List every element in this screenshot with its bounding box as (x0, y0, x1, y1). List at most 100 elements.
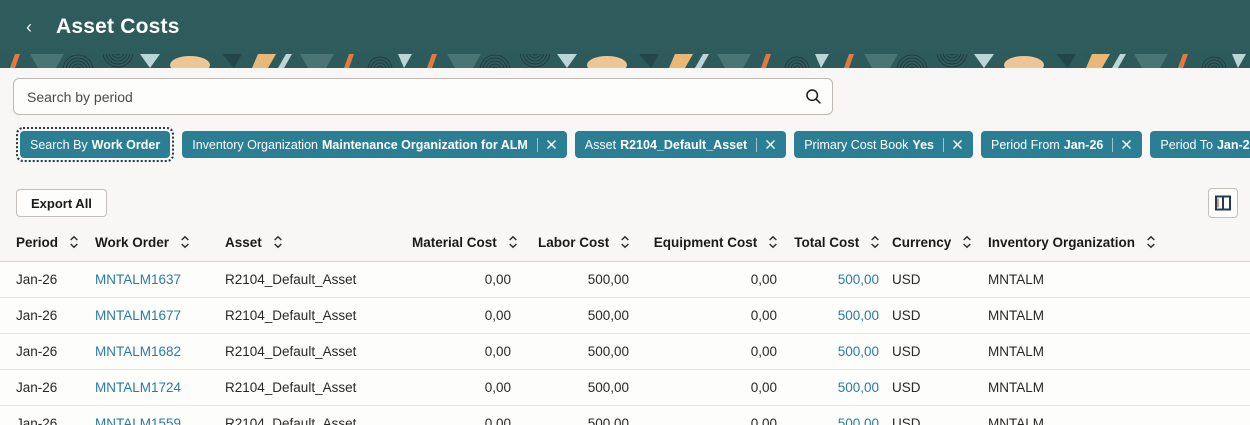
close-icon (1122, 139, 1132, 150)
cell-value: 0,00 (750, 380, 777, 395)
search-row (13, 78, 1234, 115)
cell-value: 0,00 (484, 380, 511, 395)
cell-value: Jan-26 (16, 272, 58, 287)
remove-filter-button[interactable] (546, 139, 557, 150)
search-input[interactable] (14, 88, 832, 105)
cell-value: MNTALM (988, 308, 1044, 323)
remove-filter-button[interactable] (1121, 139, 1132, 150)
cell-value: R2104_Default_Asset (225, 272, 357, 287)
cell-value: MNTALM (988, 416, 1044, 425)
cell-value: 0,00 (484, 272, 511, 287)
search-by-work-order-chip[interactable]: Search By Work Order (20, 131, 171, 158)
work-order-link[interactable]: MNTALM1682 (95, 344, 181, 359)
cell-value: Jan-26 (16, 344, 58, 359)
sort-icon (508, 235, 517, 249)
asset-costs-table: Period Work Order Asset Material Cost La… (0, 226, 1250, 425)
cell-value: 500,00 (587, 272, 629, 287)
total-cost-link[interactable]: 500,00 (838, 308, 879, 323)
work-order-link[interactable]: MNTALM1637 (95, 272, 181, 287)
back-button[interactable]: ‹ (16, 14, 42, 40)
total-cost-link[interactable]: 500,00 (838, 416, 879, 425)
cell-value: USD (892, 272, 921, 287)
chevron-left-icon: ‹ (26, 17, 32, 37)
cell-value: 500,00 (587, 344, 629, 359)
cell-value: MNTALM (988, 380, 1044, 395)
export-all-button[interactable]: Export All (16, 189, 107, 217)
column-header-equipment-cost[interactable]: Equipment Cost (642, 226, 790, 262)
filter-chip[interactable]: Period From Jan-26 (980, 131, 1143, 158)
total-cost-link[interactable]: 500,00 (838, 380, 879, 395)
table-columns-icon (1215, 195, 1231, 211)
chip-divider (536, 137, 538, 152)
remove-filter-button[interactable] (952, 139, 963, 150)
cell-value: R2104_Default_Asset (225, 380, 357, 395)
column-header-material-cost[interactable]: Material Cost (412, 226, 524, 262)
cell-value: USD (892, 308, 921, 323)
table-row: Jan-26 MNTALM1682 R2104_Default_Asset 0,00 5… (0, 333, 1250, 370)
table-header-row: Period Work Order Asset Material Cost La… (0, 226, 1250, 262)
table-row: Jan-26 MNTALM1637 R2104_Default_Asset 0,00 5… (0, 261, 1250, 298)
column-header-currency[interactable]: Currency (892, 226, 988, 262)
filter-chip[interactable]: Asset R2104_Default_Asset (574, 131, 787, 158)
column-header-labor-cost[interactable]: Labor Cost (524, 226, 642, 262)
chip-value: Maintenance Organization for ALM (321, 137, 528, 152)
sort-icon (1146, 235, 1155, 249)
filter-chip[interactable]: Primary Cost Book Yes (794, 131, 973, 158)
cell-value: USD (892, 380, 921, 395)
cell-value: 500,00 (587, 308, 629, 323)
manage-columns-button[interactable] (1208, 188, 1238, 218)
remove-filter-button[interactable] (765, 139, 776, 150)
sort-icon (273, 235, 282, 249)
total-cost-link[interactable]: 500,00 (838, 344, 879, 359)
cell-value: 0,00 (750, 344, 777, 359)
sort-icon (621, 235, 629, 249)
cell-value: 0,00 (750, 272, 777, 287)
close-icon (952, 139, 963, 150)
close-icon (546, 139, 556, 150)
search-box (13, 78, 833, 115)
column-header-label: Work Order (95, 235, 170, 250)
work-order-link[interactable]: MNTALM1724 (95, 380, 181, 395)
cell-value: USD (892, 344, 921, 359)
column-header-label: Asset (225, 235, 262, 250)
column-header-asset[interactable]: Asset (225, 226, 412, 262)
sort-icon (963, 235, 971, 249)
column-header-label: Period (16, 235, 59, 250)
column-header-label: Currency (892, 235, 952, 250)
cell-value: 500,00 (587, 416, 629, 425)
column-header-label: Inventory Organization (988, 235, 1136, 250)
cell-value: MNTALM (988, 344, 1044, 359)
chip-divider (942, 137, 944, 152)
column-header-period[interactable]: Period (0, 226, 95, 262)
column-header-label: Total Cost (794, 235, 860, 250)
filter-chip[interactable]: Inventory Organization Maintenance Organ… (182, 131, 567, 158)
cell-value: MNTALM (988, 272, 1044, 287)
total-cost-link[interactable]: 500,00 (838, 272, 879, 287)
column-header-total-cost[interactable]: Total Cost (790, 226, 892, 262)
cell-value: 0,00 (750, 308, 777, 323)
column-header-inventory-organization[interactable]: Inventory Organization (988, 226, 1250, 262)
chip-divider (756, 137, 758, 152)
chip-label: Period To (1160, 137, 1213, 152)
filter-chips-row: Search By Work Order Inventory Organizat… (16, 127, 1250, 162)
column-header-label: Material Cost (412, 235, 497, 250)
filter-chip[interactable]: Period To Jan-26 (1150, 131, 1250, 158)
cell-value: R2104_Default_Asset (225, 308, 357, 323)
cell-value: 0,00 (484, 308, 511, 323)
page-title: Asset Costs (56, 15, 180, 38)
cell-value: Jan-26 (16, 308, 58, 323)
sort-icon (769, 235, 777, 249)
search-by-chip-focus-ring: Search By Work Order (16, 127, 175, 162)
work-order-link[interactable]: MNTALM1677 (95, 308, 181, 323)
cell-value: 500,00 (587, 380, 629, 395)
app-header: ‹ Asset Costs (0, 0, 1250, 54)
chip-value: Work Order (91, 137, 161, 152)
chip-value: Jan-26 (1063, 137, 1104, 152)
column-header-work-order[interactable]: Work Order (95, 226, 225, 262)
chip-value: Yes (912, 137, 934, 152)
search-button[interactable] (805, 79, 822, 114)
cell-value: R2104_Default_Asset (225, 344, 357, 359)
work-order-link[interactable]: MNTALM1559 (95, 416, 181, 425)
column-header-label: Labor Cost (537, 235, 610, 250)
chip-divider (1112, 137, 1114, 152)
